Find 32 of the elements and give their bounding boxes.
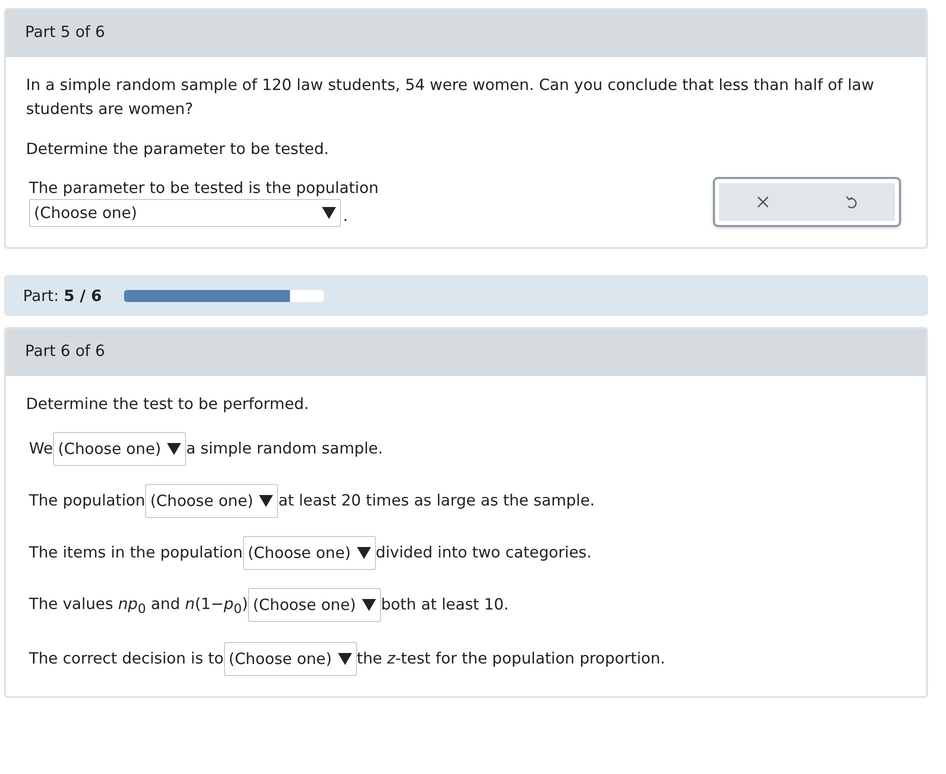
statement-text: The values np$_{0}$ and n(1−p$_{0}$) bbox=[29, 595, 248, 614]
caret-icon bbox=[259, 494, 274, 508]
question-text: In a simple random sample of 120 law students, 54 were women. Can you conclude that less than half of law students are women? bbox=[26, 75, 876, 120]
statement-text: The correct decision is to bbox=[29, 650, 224, 668]
instruction-text: Determine the parameter to be tested. bbox=[26, 139, 330, 160]
caret-icon bbox=[167, 442, 182, 456]
statement-text: The population bbox=[29, 491, 146, 510]
close-icon bbox=[757, 196, 769, 208]
choice-dropdown[interactable]: (Choose one) bbox=[145, 484, 278, 518]
statement-text: the z-test for the population proportion. bbox=[356, 650, 666, 668]
statement-text: both at least 10. bbox=[380, 595, 509, 614]
part-header: Part 6 of 6 bbox=[6, 329, 926, 376]
caret-icon bbox=[356, 546, 371, 560]
choice-dropdown[interactable]: (Choose one) bbox=[242, 536, 376, 570]
part-header: Part 5 of 6 bbox=[6, 10, 926, 57]
choice-dropdown[interactable]: (Choose one) bbox=[248, 588, 381, 622]
instruction-text: Determine the test to be performed. bbox=[26, 394, 310, 415]
statement-text: a simple random sample. bbox=[186, 439, 383, 458]
progress-label: Part: 5 / 6 bbox=[23, 286, 102, 304]
statement-text: The parameter to be tested is the population bbox=[29, 179, 379, 197]
statement-text: at least 20 times as large as the sample. bbox=[278, 491, 595, 510]
caret-icon bbox=[362, 598, 376, 612]
caret-icon bbox=[338, 652, 352, 666]
statement-text: . bbox=[343, 206, 348, 227]
statement-text: divided into two categories. bbox=[376, 543, 592, 562]
caret-icon bbox=[322, 206, 336, 220]
choice-dropdown[interactable]: (Choose one) bbox=[29, 199, 341, 227]
choice-dropdown[interactable]: (Choose one) bbox=[224, 642, 357, 676]
choice-dropdown[interactable]: (Choose one) bbox=[52, 432, 186, 466]
statement-text: We bbox=[29, 439, 53, 458]
undo-icon bbox=[844, 195, 858, 209]
statement-text: The items in the population bbox=[29, 543, 243, 562]
